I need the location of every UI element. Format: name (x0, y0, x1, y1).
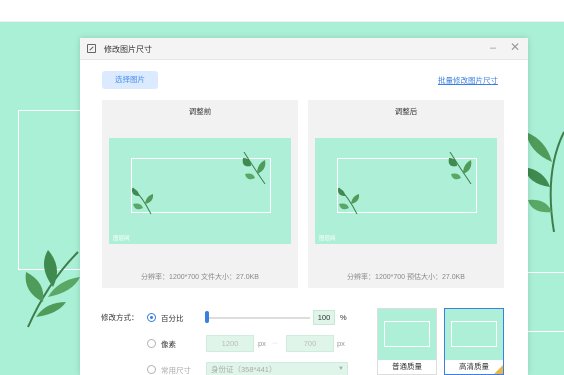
after-info: 分辨率：1200*700 预估大小：27.0KB (347, 274, 465, 281)
before-preview-image: 图层网 (109, 138, 291, 244)
after-preview-image: 图层网 (315, 138, 497, 244)
preview-leaf-icon (242, 151, 266, 185)
top-strip (0, 0, 564, 22)
percent-input[interactable]: 100 (313, 310, 335, 325)
height-unit: px (337, 339, 345, 348)
minimize-button[interactable]: – (490, 41, 496, 55)
select-image-button[interactable]: 选择图片 (102, 71, 158, 89)
common-size-option-label[interactable]: 常用尺寸 (161, 365, 191, 375)
quality-high-card[interactable]: 高清质量 (444, 308, 504, 375)
resize-dialog: 修改图片尺寸 – ✕ 选择图片 批量修改图片尺寸 调整前 图层网 分辨率：120… (80, 38, 528, 375)
percent-slider-handle[interactable] (205, 311, 209, 323)
close-button[interactable]: ✕ (510, 40, 520, 54)
link-icon[interactable]: ⇔ (271, 338, 279, 347)
preview-leaf-icon (337, 187, 360, 215)
percent-radio[interactable] (147, 313, 156, 322)
width-input[interactable]: 1200 (206, 335, 254, 352)
before-title: 调整前 (188, 107, 212, 116)
after-title: 调整后 (394, 107, 418, 116)
selected-corner-icon (494, 365, 503, 374)
leaf-decoration-left (25, 250, 80, 328)
quality-normal-card[interactable]: 普通质量 (377, 308, 437, 375)
before-panel: 调整前 图层网 分辨率：1200*700 文件大小：27.0KB (102, 100, 298, 288)
before-info: 分辨率：1200*700 文件大小：27.0KB (141, 274, 259, 281)
after-panel: 调整后 图层网 分辨率：1200*700 预估大小：27.0KB (308, 100, 504, 288)
batch-resize-link[interactable]: 批量修改图片尺寸 (438, 75, 498, 86)
preview-leaf-icon (448, 151, 472, 185)
pixel-radio[interactable] (147, 339, 156, 348)
percent-option-label[interactable]: 百分比 (161, 313, 184, 324)
common-size-select[interactable]: 身份证（358*441） (206, 362, 348, 375)
percent-slider-track[interactable] (207, 317, 310, 319)
pixel-option-label[interactable]: 像素 (161, 339, 176, 350)
resize-icon (87, 44, 96, 53)
quality-preview-frame (384, 321, 430, 347)
preview-watermark: 图层网 (319, 236, 336, 242)
leaf-decoration-right (524, 131, 564, 233)
quality-preview-frame (451, 321, 497, 347)
preview-watermark: 图层网 (113, 236, 130, 242)
quality-normal-label: 普通质量 (378, 360, 436, 374)
dialog-title: 修改图片尺寸 (104, 45, 152, 54)
width-unit: px (258, 339, 266, 348)
mode-label: 修改方式： (101, 313, 139, 322)
height-input[interactable]: 700 (286, 335, 334, 352)
percent-unit: % (340, 313, 347, 322)
preview-leaf-icon (131, 187, 154, 215)
dialog-titlebar: 修改图片尺寸 – ✕ (80, 38, 528, 60)
common-size-radio[interactable] (147, 365, 156, 374)
chevron-down-icon[interactable]: ▼ (338, 366, 344, 372)
